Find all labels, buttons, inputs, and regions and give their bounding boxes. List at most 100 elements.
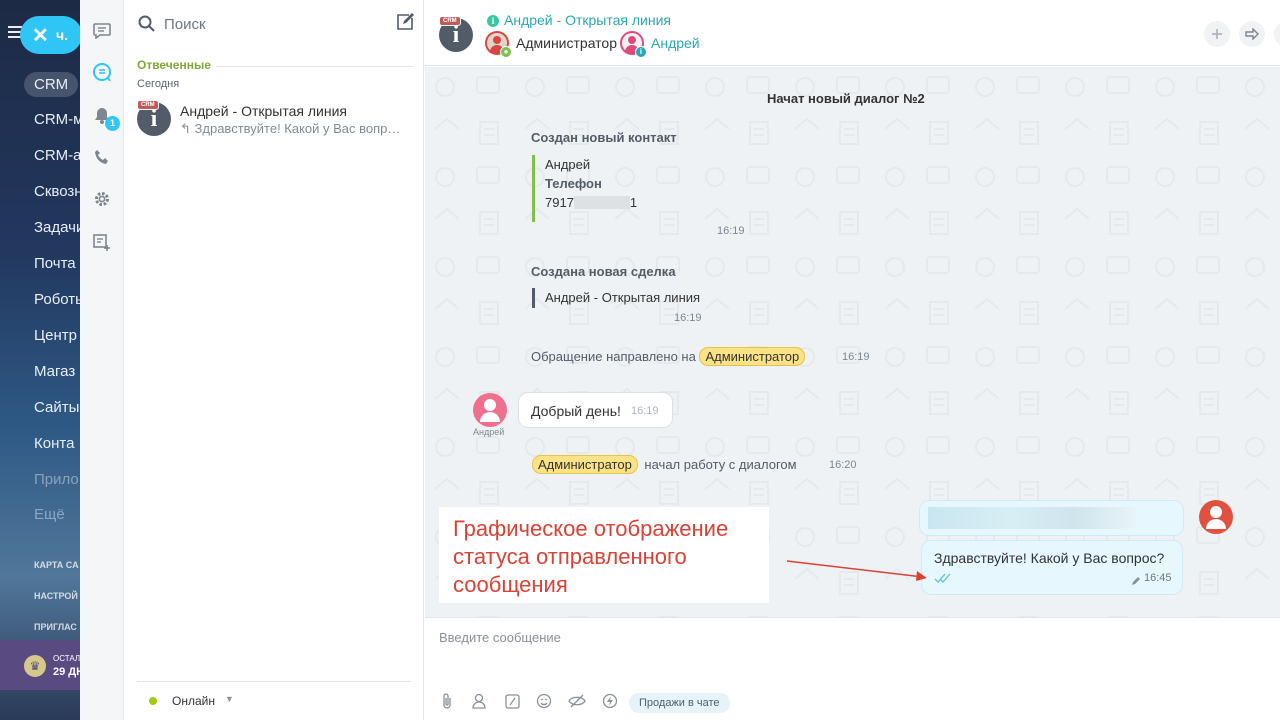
routed-mention[interactable]: Администратор <box>699 347 806 366</box>
menu-item-apps[interactable]: Прило <box>34 471 79 488</box>
operator-time: 16:20 <box>829 459 857 471</box>
operator-text: начал работу с диалогом <box>644 457 797 472</box>
routed-time: 16:19 <box>842 351 870 363</box>
menu-item-more[interactable]: Ещё <box>34 506 65 523</box>
new-dialog-title: Начат новый диалог №2 <box>767 91 925 106</box>
lightning-icon[interactable] <box>601 692 619 710</box>
redacted-block <box>573 196 630 209</box>
add-chat-icon[interactable] <box>90 231 114 255</box>
message-composer: Продажи в чате <box>425 617 1280 720</box>
menu-item-tasks[interactable]: Задачи <box>34 219 80 236</box>
bitrix-left-menu: ✕ ч. CRM CRM-м CRM-а Сквозн Задачи Почта… <box>0 0 80 720</box>
menu-item-contacts[interactable]: Конта <box>34 435 74 452</box>
section-date: Сегодня <box>137 78 180 90</box>
menu-item-shops[interactable]: Магаз <box>34 363 75 380</box>
add-user-button[interactable] <box>1204 21 1230 47</box>
forward-button[interactable] <box>1239 21 1265 47</box>
menu-item-crm-analytics[interactable]: CRM-а <box>34 147 80 164</box>
recent-item-name: Андрей - Открытая линия <box>180 103 347 119</box>
info-circle-icon: i <box>487 15 499 27</box>
finish-dialog-button[interactable] <box>1274 21 1280 47</box>
contact-phone: 7917 1 <box>545 193 637 212</box>
promo-line-1: ОСТАЛ <box>53 654 80 663</box>
recent-item-message: ↰ Здравствуйте! Какой у Вас вопрос? <box>180 121 406 137</box>
reply-icon: ↰ <box>180 121 191 136</box>
recent-item-last-message: Здравствуйте! Какой у Вас вопрос? <box>194 121 406 136</box>
status-selector[interactable]: Онлайн ▼ <box>137 681 411 719</box>
messenger-window: 1 Отвеченные Сегодня i CRM <box>80 0 1280 720</box>
notifications-badge: 1 <box>105 116 120 131</box>
menu-sitemap-link[interactable]: КАРТА СА <box>34 560 79 570</box>
messenger-rail: 1 <box>80 0 124 720</box>
smile-icon[interactable] <box>535 692 553 710</box>
crm-label: CRM <box>137 100 159 110</box>
dialog-header: i CRM i Андрей - Открытая линия ● Админис… <box>425 0 1280 66</box>
menu-item-crm[interactable]: CRM <box>24 72 79 97</box>
message-history: Начат новый диалог №2 Создан новый конта… <box>425 67 1280 617</box>
crown-icon: ♛ <box>24 655 46 677</box>
crm-label: CRM <box>439 16 461 26</box>
operator-mention[interactable]: Администратор <box>532 455 638 474</box>
participant-admin[interactable]: ● Администратор <box>485 31 618 58</box>
search-input[interactable] <box>164 12 374 36</box>
client-avatar[interactable] <box>473 393 507 427</box>
new-deal-card: Андрей - Открытая линия <box>532 288 700 308</box>
operator-badge-icon: ● <box>500 46 512 58</box>
close-icon: ✕ <box>32 25 49 47</box>
client-message-bubble[interactable]: Добрый день! 16:19 <box>518 392 673 428</box>
section-title-answered: Отвеченные <box>137 58 211 72</box>
menu-settings-link[interactable]: НАСТРОЙ <box>34 591 78 601</box>
sales-in-chat-button[interactable]: Продажи в чате <box>629 693 730 713</box>
phone-icon[interactable] <box>90 145 114 169</box>
deal-name[interactable]: Андрей - Открытая линия <box>545 290 700 305</box>
menu-item-end-to-end[interactable]: Сквозн <box>34 183 80 200</box>
menu-item-sites[interactable]: Сайты <box>34 399 79 416</box>
recent-item[interactable]: i CRM Андрей - Открытая линия ↰ Здравств… <box>124 94 424 144</box>
chat-pill-label: ч. <box>56 27 69 43</box>
menu-item-crm-marketing[interactable]: CRM-м <box>34 111 80 128</box>
section-divider <box>216 66 413 67</box>
contact-phone-label: Телефон <box>545 176 602 191</box>
participant-admin-name: Администратор <box>516 35 618 51</box>
own-message-bubble[interactable]: Здравствуйте! Какой у Вас вопрос? 16:45 <box>921 540 1183 595</box>
blurred-content <box>928 507 1136 529</box>
participant-client-name: Андрей <box>651 35 700 51</box>
info-badge-icon: i <box>635 46 647 58</box>
new-message-icon[interactable] <box>396 13 414 36</box>
annotation-arrow-icon <box>786 560 927 581</box>
message-input[interactable] <box>439 626 1239 648</box>
admin-avatar: ● <box>485 31 512 58</box>
own-hidden-message-bubble[interactable] <box>919 500 1184 536</box>
menu-item-robots[interactable]: Роботы <box>34 291 80 308</box>
chats-icon[interactable] <box>90 19 114 43</box>
new-deal-title: Создана новая сделка <box>531 264 676 279</box>
operator-started-message: Администратор начал работу с диалогом <box>532 455 797 474</box>
edit-pencil-icon <box>1131 573 1140 589</box>
client-message-text: Добрый день! <box>531 403 621 419</box>
menu-item-center[interactable]: Центр <box>34 327 77 344</box>
template-icon[interactable] <box>503 692 521 710</box>
dialog-crm-avatar[interactable]: i CRM <box>439 16 473 52</box>
hidden-message-icon[interactable] <box>568 692 586 710</box>
dialog-title[interactable]: i Андрей - Открытая линия <box>487 12 671 28</box>
notifications-icon[interactable]: 1 <box>90 103 120 131</box>
chevron-down-icon: ▼ <box>225 694 234 704</box>
menu-invite-link[interactable]: ПРИГЛАС <box>34 622 77 632</box>
own-avatar[interactable] <box>1199 500 1233 534</box>
license-promo[interactable]: ♛ ОСТАЛ 29 ДН <box>0 640 80 690</box>
crm-avatar: i CRM <box>137 100 171 136</box>
promo-line-2: 29 ДН <box>53 666 80 678</box>
user-icon[interactable] <box>470 692 488 710</box>
new-contact-card: Андрей Телефон 7917 1 <box>532 155 637 222</box>
online-status-icon <box>149 697 157 705</box>
participant-client[interactable]: i Андрей <box>620 31 700 58</box>
close-chat-button[interactable]: ✕ ч. <box>20 16 80 54</box>
menu-item-mail[interactable]: Почта <box>34 255 76 272</box>
plus-icon <box>1212 29 1222 39</box>
annotation-callout: Графическое отображение статуса отправле… <box>439 507 769 603</box>
open-lines-icon[interactable] <box>90 60 114 84</box>
dialog-panel: i CRM i Андрей - Открытая линия ● Админис… <box>425 0 1280 720</box>
attach-file-icon[interactable] <box>438 692 456 710</box>
search-icon <box>138 15 156 38</box>
settings-gear-icon[interactable] <box>90 187 114 211</box>
